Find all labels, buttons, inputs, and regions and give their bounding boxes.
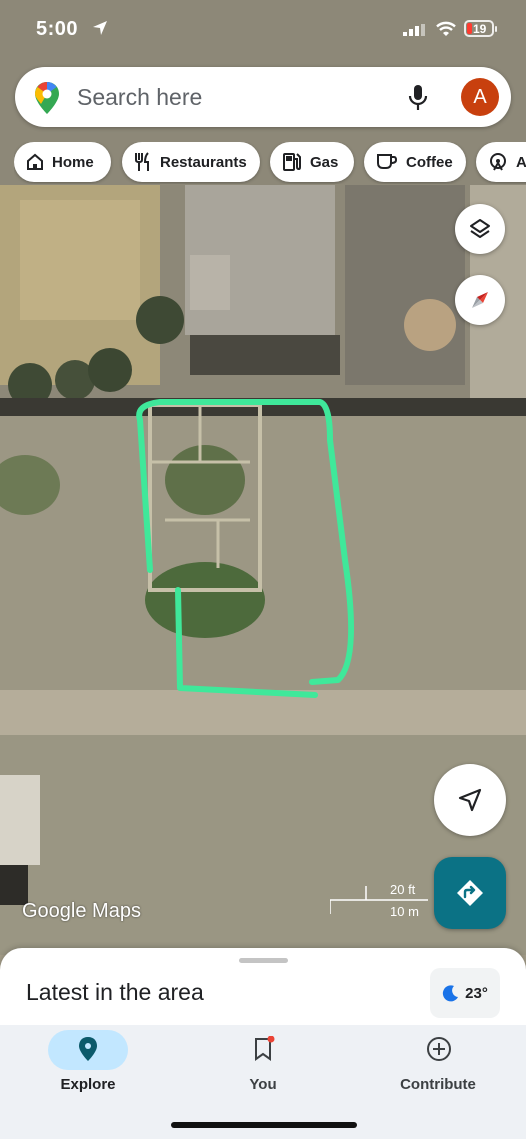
weather-chip[interactable]: 23° xyxy=(430,968,500,1018)
layers-icon xyxy=(470,219,490,238)
nav-contribute[interactable]: Contribute xyxy=(368,1025,508,1115)
chip-label: Restaurants xyxy=(160,153,247,171)
wifi-icon xyxy=(436,21,456,36)
nav-explore-label: Explore xyxy=(60,1076,116,1093)
weather-temp: 23° xyxy=(465,984,488,1002)
nav-contribute-label: Contribute xyxy=(400,1076,476,1093)
google-maps-pin-icon xyxy=(35,82,59,114)
home-indicator[interactable] xyxy=(171,1122,357,1128)
coffee-cup-icon xyxy=(377,154,398,169)
microphone-icon[interactable] xyxy=(408,84,428,112)
search-bar[interactable]: Search here A xyxy=(15,67,511,127)
sheet-drag-handle[interactable] xyxy=(239,958,288,963)
chip-coffee[interactable]: Coffee xyxy=(364,142,466,182)
bookmark-icon xyxy=(255,1036,275,1061)
battery-icon: 19 xyxy=(464,20,497,37)
attractions-icon xyxy=(490,153,506,171)
search-input[interactable]: Search here xyxy=(77,84,202,111)
chip-label: A xyxy=(516,153,526,171)
chip-label: Coffee xyxy=(406,153,453,171)
scale-bar: 20 ft 10 m xyxy=(330,880,430,920)
location-arrow-icon xyxy=(93,21,107,35)
status-bar: 5:00 19 xyxy=(0,0,526,58)
nav-explore[interactable]: Explore xyxy=(18,1025,158,1115)
compass-icon xyxy=(472,292,488,308)
sheet-title: Latest in the area xyxy=(26,979,204,1005)
chip-gas[interactable]: Gas xyxy=(270,142,354,182)
map-watermark: Google Maps xyxy=(22,900,141,922)
home-icon xyxy=(27,153,43,170)
battery-level: 19 xyxy=(473,22,487,36)
navigation-arrow-icon xyxy=(458,788,482,812)
compass-button[interactable] xyxy=(455,275,505,325)
directions-icon xyxy=(457,880,483,906)
status-time: 5:00 xyxy=(36,18,79,40)
chip-home[interactable]: Home xyxy=(14,142,111,182)
chip-restaurants[interactable]: Restaurants xyxy=(122,142,260,182)
nav-you[interactable]: You xyxy=(193,1025,333,1115)
my-location-button[interactable] xyxy=(434,764,506,836)
layers-button[interactable] xyxy=(455,204,505,254)
fork-knife-icon xyxy=(135,152,149,171)
chip-attractions[interactable]: A xyxy=(476,142,526,182)
explore-pin-icon xyxy=(79,1037,97,1061)
nav-you-label: You xyxy=(249,1076,277,1093)
avatar[interactable]: A xyxy=(461,78,499,116)
chip-label: Gas xyxy=(310,153,339,171)
add-circle-icon xyxy=(427,1037,451,1061)
scale-lines xyxy=(330,886,428,914)
gas-pump-icon xyxy=(283,153,301,171)
cellular-signal-icon xyxy=(403,24,425,36)
category-chips: Home Restaurants Gas Coffee A xyxy=(14,142,526,184)
moon-icon xyxy=(443,985,459,1002)
chip-label: Home xyxy=(52,153,94,171)
directions-button[interactable] xyxy=(434,857,506,929)
